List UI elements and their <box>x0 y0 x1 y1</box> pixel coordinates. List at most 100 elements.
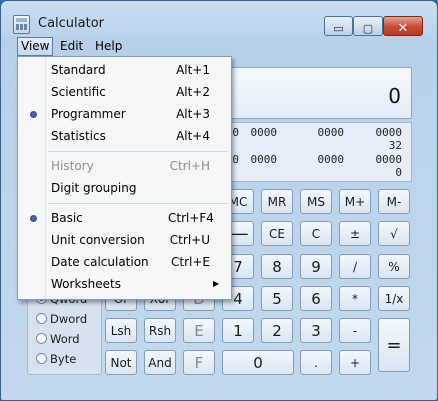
close-button[interactable]: ✕ <box>383 16 423 36</box>
radio-icon <box>36 333 47 344</box>
maximize-button[interactable]: ▢ <box>353 16 383 36</box>
maximize-icon: ▢ <box>362 22 374 35</box>
and-button[interactable]: And <box>144 350 176 375</box>
rsh-button[interactable]: Rsh <box>144 318 176 343</box>
percent-button[interactable]: % <box>378 254 410 279</box>
menu-item-shortcut: Ctrl+E <box>171 255 210 269</box>
menu-item-statistics[interactable]: Statistics Alt+4 <box>18 126 231 146</box>
display-value: 0 <box>388 84 401 108</box>
radio-icon <box>36 353 47 364</box>
menu-item-unit-conversion[interactable]: Unit conversion Ctrl+U <box>18 230 231 250</box>
menu-item-worksheets[interactable]: Worksheets ▶ <box>18 274 231 294</box>
not-button[interactable]: Not <box>105 350 137 375</box>
menu-item-label: Statistics <box>51 129 106 143</box>
digit-9-button[interactable]: 9 <box>300 254 332 279</box>
bit-display: 0000 0000 0000 0000 47 32 0000 0000 0000… <box>206 122 412 182</box>
bit-row: 0000 0000 0000 0000 <box>207 127 411 139</box>
minimize-button[interactable]: ▭ <box>324 16 353 36</box>
digit-5-button[interactable]: 5 <box>261 286 293 311</box>
hex-f-button[interactable]: F <box>183 350 215 375</box>
radio-label: Dword <box>50 312 88 326</box>
menu-item-label: Scientific <box>51 85 106 99</box>
menu-item-shortcut: Ctrl+F4 <box>168 211 214 225</box>
ce-button[interactable]: CE <box>261 221 293 246</box>
menu-item-shortcut: Alt+4 <box>176 129 210 143</box>
plus-button[interactable]: + <box>339 350 371 375</box>
selected-bullet-icon <box>30 111 37 118</box>
mr-button[interactable]: MR <box>261 189 293 214</box>
menu-item-date-calculation[interactable]: Date calculation Ctrl+E <box>18 252 231 272</box>
bit-index: 32 <box>388 139 402 152</box>
digit-0-button[interactable]: 0 <box>222 350 294 375</box>
radio-word[interactable]: Word <box>36 331 80 347</box>
radio-label: Byte <box>50 352 77 366</box>
menu-item-label: Digit grouping <box>51 181 137 195</box>
bit-group[interactable]: 0000 <box>237 127 278 139</box>
menu-item-label: Standard <box>51 63 106 77</box>
bit-index: 0 <box>395 166 402 179</box>
title-bar: Calculator ▭ ▢ ✕ <box>1 1 437 36</box>
menu-item-label: Unit conversion <box>51 233 145 247</box>
hex-e-button[interactable]: E <box>183 318 215 343</box>
menu-item-scientific[interactable]: Scientific Alt+2 <box>18 82 231 102</box>
calculator-app-icon <box>13 15 30 34</box>
menu-item-history: History Ctrl+H <box>18 156 231 176</box>
bit-group[interactable]: 0000 <box>362 127 403 139</box>
radio-dword[interactable]: Dword <box>36 311 87 327</box>
result-display: 0 <box>206 67 412 119</box>
divide-button[interactable]: / <box>339 254 371 279</box>
digit-2-button[interactable]: 2 <box>261 318 293 343</box>
sqrt-button[interactable]: √ <box>378 221 410 246</box>
menu-item-programmer[interactable]: Programmer Alt+3 <box>18 104 231 124</box>
close-icon: ✕ <box>397 21 409 36</box>
window-title: Calculator <box>38 16 105 31</box>
menu-item-basic[interactable]: Basic Ctrl+F4 <box>18 208 231 228</box>
selected-bullet-icon <box>30 215 37 222</box>
menu-item-label: Programmer <box>51 107 126 121</box>
menu-item-label: Date calculation <box>51 255 149 269</box>
menu-item-shortcut: Alt+1 <box>176 63 210 77</box>
digit-3-button[interactable]: 3 <box>300 318 332 343</box>
ms-button[interactable]: MS <box>300 189 332 214</box>
reciprocal-button[interactable]: 1/x <box>378 286 410 311</box>
bit-group[interactable]: 0000 <box>304 127 345 139</box>
menu-separator <box>48 151 228 152</box>
digit-6-button[interactable]: 6 <box>300 286 332 311</box>
menu-help[interactable]: Help <box>92 38 125 55</box>
lsh-button[interactable]: Lsh <box>105 318 137 343</box>
menu-separator <box>48 203 228 204</box>
radio-icon <box>36 313 47 324</box>
menu-item-standard[interactable]: Standard Alt+1 <box>18 60 231 80</box>
menu-edit[interactable]: Edit <box>57 38 86 55</box>
bit-index-row: 15 0 <box>207 167 411 179</box>
plus-minus-button[interactable]: ± <box>339 221 371 246</box>
radio-label: Word <box>50 332 80 346</box>
m-minus-button[interactable]: M- <box>378 189 410 214</box>
digit-1-button[interactable]: 1 <box>222 318 254 343</box>
decimal-button[interactable]: . <box>300 350 332 375</box>
menu-view[interactable]: View <box>17 37 54 56</box>
c-button[interactable]: C <box>300 221 332 246</box>
m-plus-button[interactable]: M+ <box>339 189 371 214</box>
calculator-window: Calculator ▭ ▢ ✕ View Edit Help 0 0000 0… <box>0 0 438 401</box>
multiply-button[interactable]: * <box>339 286 371 311</box>
menu-item-shortcut: Alt+2 <box>176 85 210 99</box>
digit-8-button[interactable]: 8 <box>261 254 293 279</box>
bit-index-row: 47 32 <box>207 140 411 152</box>
view-menu-dropdown: Standard Alt+1 Scientific Alt+2 Programm… <box>17 56 232 300</box>
bit-group[interactable]: 0000 <box>362 154 403 166</box>
menu-item-label: Basic <box>51 211 83 225</box>
menu-item-shortcut: Ctrl+H <box>169 159 210 173</box>
minus-button[interactable]: - <box>339 318 371 343</box>
submenu-arrow-icon: ▶ <box>213 279 220 288</box>
radio-byte[interactable]: Byte <box>36 351 76 367</box>
word-size-group: Qword Dword Word Byte <box>27 287 102 375</box>
menu-item-label: Worksheets <box>51 277 121 291</box>
bit-group[interactable]: 0000 <box>304 154 345 166</box>
minimize-icon: ▭ <box>333 22 344 35</box>
menu-item-digit-grouping[interactable]: Digit grouping <box>18 178 231 198</box>
equals-button[interactable]: = <box>378 318 410 372</box>
menu-item-label: History <box>51 159 94 173</box>
menu-item-shortcut: Alt+3 <box>176 107 210 121</box>
bit-group[interactable]: 0000 <box>237 154 278 166</box>
